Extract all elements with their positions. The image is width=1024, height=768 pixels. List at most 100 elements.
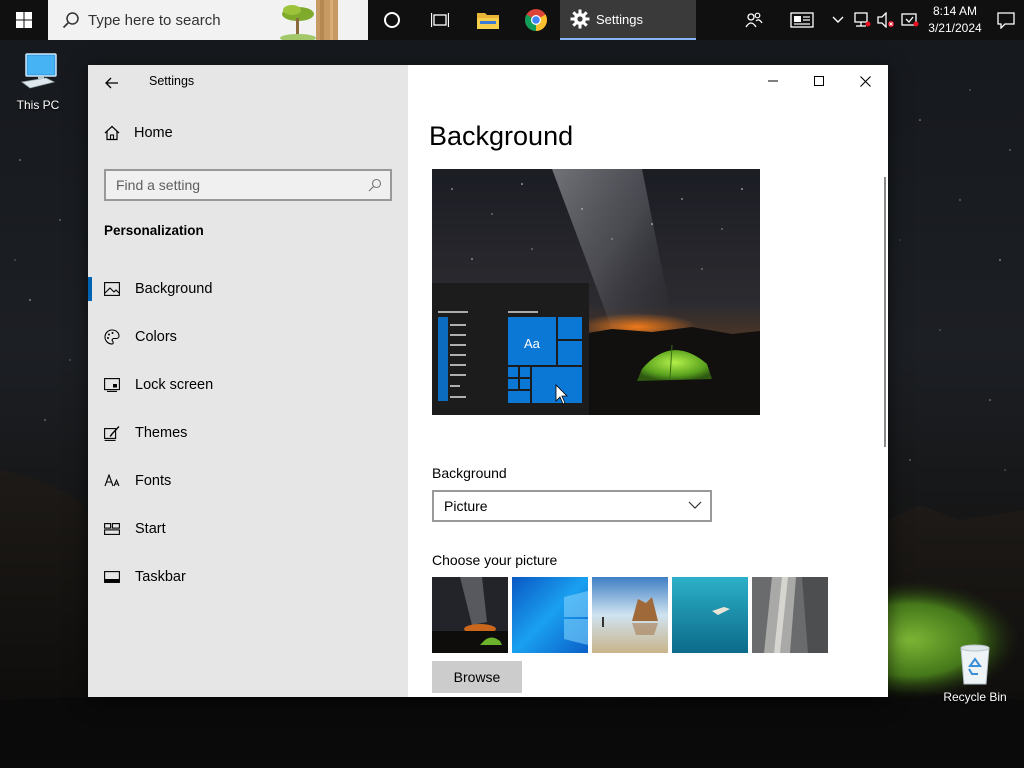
- chrome-taskbar-button[interactable]: [512, 0, 560, 40]
- picture-thumbnail-rock-cliff[interactable]: [752, 577, 828, 653]
- start-icon: [104, 521, 120, 537]
- palette-icon: [104, 329, 120, 345]
- start-button[interactable]: [0, 0, 48, 40]
- content-scrollbar[interactable]: [884, 177, 886, 447]
- themes-icon: [104, 425, 120, 441]
- background-type-dropdown[interactable]: Picture: [432, 490, 712, 522]
- home-label: Home: [134, 125, 173, 141]
- system-tray: 8:14 AM 3/21/2024: [730, 0, 1024, 40]
- home-nav-item[interactable]: Home: [104, 125, 173, 141]
- nav-item-label: Start: [135, 521, 166, 537]
- back-arrow-icon: [105, 77, 118, 89]
- nav-item-fonts[interactable]: Fonts: [88, 457, 408, 505]
- this-pc-label: This PC: [16, 98, 60, 112]
- background-preview: Aa: [432, 169, 760, 415]
- nav-item-start[interactable]: Start: [88, 505, 408, 553]
- clock-date: 3/21/2024: [928, 21, 982, 35]
- people-button[interactable]: [730, 0, 778, 40]
- taskbar-icon: [104, 569, 120, 585]
- recycle-bin-label: Recycle Bin: [943, 690, 1007, 704]
- close-icon: [859, 75, 871, 87]
- nav-item-lock-screen[interactable]: Lock screen: [88, 361, 408, 409]
- action-center-button[interactable]: [988, 0, 1024, 40]
- windows-logo-icon: [16, 12, 32, 28]
- recycle-bin-icon: [960, 644, 990, 685]
- settings-content: Background Aa Background Picture Choose …: [408, 65, 888, 697]
- clock-time: 8:14 AM: [932, 4, 978, 18]
- picture-icon: [104, 281, 120, 297]
- folder-icon: [477, 13, 499, 29]
- settings-taskbar-button[interactable]: Settings: [560, 0, 696, 40]
- minimize-icon: [768, 80, 778, 82]
- choose-picture-label: Choose your picture: [432, 552, 558, 568]
- news-icon: [790, 12, 814, 28]
- search-highlight-illustration: [278, 0, 368, 40]
- page-title: Background: [429, 121, 574, 151]
- search-icon: [62, 12, 79, 29]
- chevron-up-icon: [832, 16, 844, 23]
- nav-item-taskbar[interactable]: Taskbar: [88, 553, 408, 601]
- nav-item-label: Taskbar: [135, 569, 186, 585]
- taskbar: Type here to search Settings 8:14 AM 3/2…: [0, 0, 1024, 40]
- settings-taskbar-label: Settings: [596, 11, 643, 27]
- close-button[interactable]: [842, 65, 888, 97]
- background-type-label: Background: [432, 465, 507, 481]
- fonts-icon: [104, 473, 120, 489]
- nav-item-colors[interactable]: Colors: [88, 313, 408, 361]
- volume-muted-icon: [877, 12, 894, 28]
- preview-tile-text: Aa: [524, 336, 541, 351]
- nav-item-label: Colors: [135, 329, 177, 345]
- picture-thumbnail-beach-rocks[interactable]: [592, 577, 668, 653]
- picture-thumbnail-underwater[interactable]: [672, 577, 748, 653]
- network-icon: [854, 12, 871, 27]
- back-button[interactable]: [100, 71, 124, 95]
- picture-thumbnails: [432, 577, 828, 653]
- cortana-icon: [384, 12, 400, 28]
- nav-item-label: Background: [135, 281, 213, 297]
- maximize-button[interactable]: [796, 65, 842, 97]
- computer-icon: [21, 53, 57, 89]
- lock-screen-icon: [104, 377, 120, 393]
- settings-sidebar: Settings Home Personalization Background: [88, 65, 408, 697]
- background-type-value: Picture: [444, 498, 488, 514]
- maximize-icon: [814, 76, 824, 86]
- taskbar-search-placeholder: Type here to search: [88, 11, 221, 29]
- action-status-button[interactable]: [898, 0, 922, 40]
- picture-thumbnail-windows-blue[interactable]: [512, 577, 588, 653]
- notification-icon: [997, 12, 1015, 29]
- find-setting-input[interactable]: [106, 177, 356, 193]
- show-hidden-icons-button[interactable]: [826, 0, 850, 40]
- preview-image: Aa: [432, 169, 760, 415]
- news-button[interactable]: [778, 0, 826, 40]
- recycle-bin-desktop-icon[interactable]: Recycle Bin: [937, 642, 1013, 704]
- section-title: Personalization: [104, 223, 204, 238]
- minimize-button[interactable]: [750, 65, 796, 97]
- taskbar-clock[interactable]: 8:14 AM 3/21/2024: [922, 3, 988, 37]
- chevron-down-icon: [688, 501, 702, 509]
- personalization-nav: Background Colors Lock screen Themes Fon…: [88, 265, 408, 601]
- gear-icon: [570, 9, 590, 29]
- cortana-button[interactable]: [368, 0, 416, 40]
- taskbar-search-box[interactable]: Type here to search: [48, 0, 368, 40]
- picture-thumbnail-night-camp[interactable]: [432, 577, 508, 653]
- search-icon[interactable]: [368, 178, 382, 192]
- nav-item-label: Fonts: [135, 473, 172, 489]
- browse-button[interactable]: Browse: [432, 661, 522, 693]
- settings-window: Settings Home Personalization Background: [88, 65, 888, 697]
- volume-button[interactable]: [874, 0, 898, 40]
- network-button[interactable]: [850, 0, 874, 40]
- nav-item-themes[interactable]: Themes: [88, 409, 408, 457]
- file-explorer-taskbar-button[interactable]: [464, 0, 512, 40]
- people-icon: [745, 12, 763, 28]
- nav-item-label: Lock screen: [135, 377, 214, 393]
- status-icon: [901, 13, 919, 27]
- nav-item-background[interactable]: Background: [88, 265, 408, 313]
- nav-item-label: Themes: [135, 425, 188, 441]
- task-view-icon: [431, 13, 449, 27]
- find-setting-box[interactable]: [104, 169, 392, 201]
- chrome-icon: [525, 9, 547, 31]
- window-title: Settings: [149, 74, 195, 88]
- task-view-button[interactable]: [416, 0, 464, 40]
- home-icon: [104, 125, 120, 141]
- this-pc-desktop-icon[interactable]: This PC: [0, 50, 76, 112]
